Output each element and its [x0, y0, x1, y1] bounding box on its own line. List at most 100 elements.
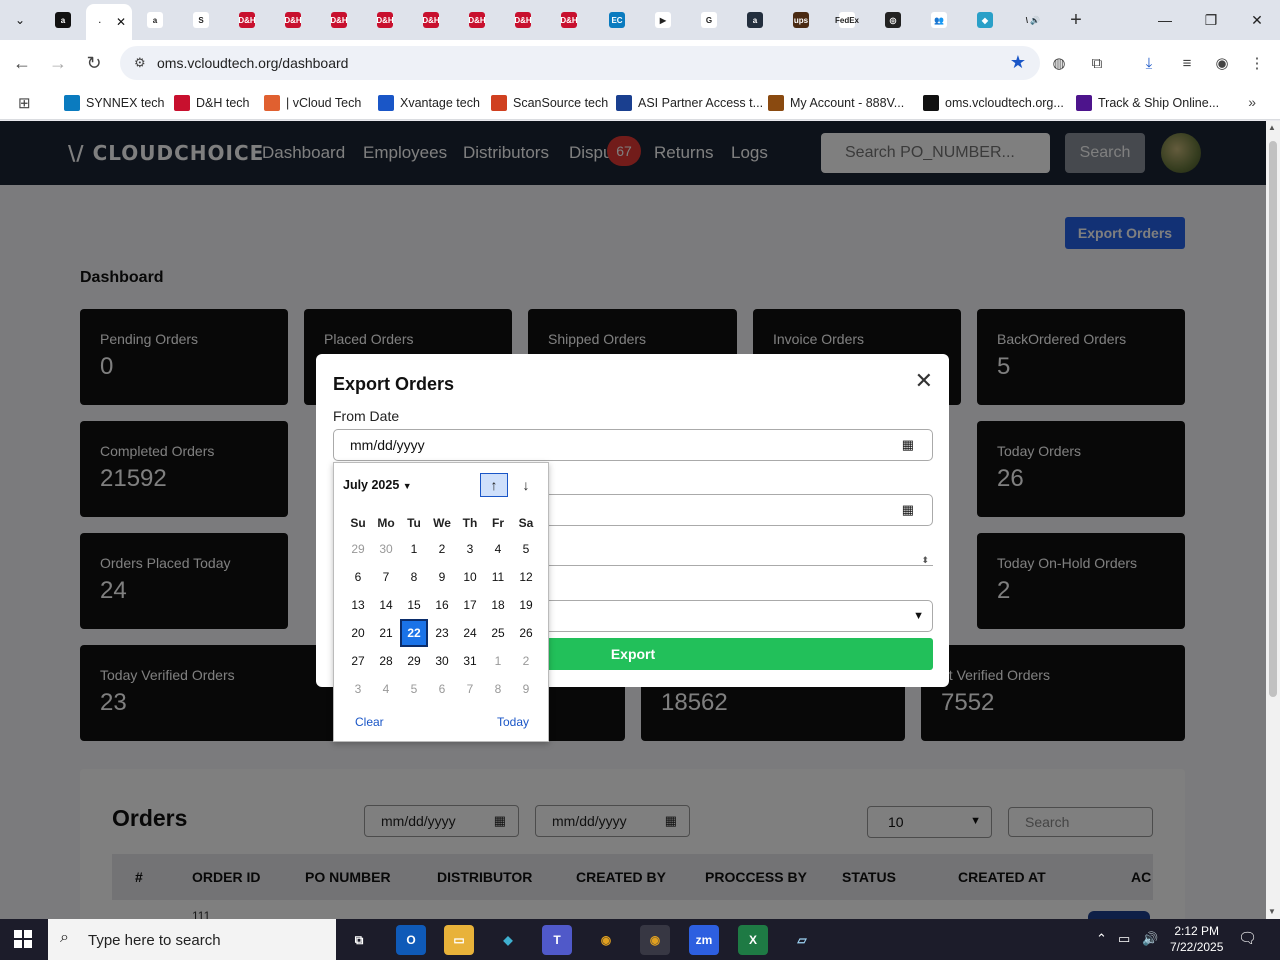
extensions-puzzle-icon[interactable]: ⧉	[1086, 52, 1108, 74]
tray-chevron-up-icon[interactable]: ⌃	[1096, 931, 1107, 947]
close-icon[interactable]: ✕	[915, 368, 933, 394]
browser-tab[interactable]: D&H	[500, 4, 546, 36]
calendar-day[interactable]: 31	[456, 647, 484, 675]
file-explorer-icon[interactable]: ▭	[444, 925, 474, 955]
bookmark-star-icon[interactable]: ★	[1010, 52, 1026, 73]
browser-tab[interactable]: ◆	[962, 4, 1008, 36]
globe-icon[interactable]: ◍	[1048, 52, 1070, 74]
calendar-day-selected[interactable]: 22	[400, 619, 428, 647]
bookmark-item[interactable]: | vCloud Tech	[264, 93, 361, 113]
scroll-down-icon[interactable]: ▼	[1268, 907, 1276, 916]
bookmark-item[interactable]: oms.vcloudtech.org...	[923, 93, 1064, 113]
site-info-icon[interactable]: ⚙	[134, 55, 146, 71]
calendar-day[interactable]: 29	[400, 647, 428, 675]
notification-center-icon[interactable]: 🗨	[1238, 929, 1257, 947]
bookmark-item[interactable]: D&H tech	[174, 93, 250, 113]
calendar-day[interactable]: 23	[428, 619, 456, 647]
tab-search-chevron-icon[interactable]: ⌄	[8, 8, 32, 32]
calendar-today-button[interactable]: Today	[497, 715, 529, 729]
calendar-day[interactable]: 2	[428, 535, 456, 563]
calendar-day[interactable]: 27	[344, 647, 372, 675]
calendar-day[interactable]: 26	[512, 619, 540, 647]
task-view-icon[interactable]: ⧉	[344, 925, 374, 955]
calendar-icon[interactable]: ▦	[902, 437, 914, 453]
calendar-day[interactable]: 25	[484, 619, 512, 647]
chrome-icon[interactable]: ◉	[591, 925, 621, 955]
bookmark-item[interactable]: Xvantage tech	[378, 93, 480, 113]
browser-tab[interactable]: EC	[594, 4, 640, 36]
calendar-day[interactable]: 7	[372, 563, 400, 591]
more-bookmarks-chevron-icon[interactable]: »	[1248, 94, 1256, 110]
browser-tab[interactable]: a	[40, 4, 86, 36]
browser-tab[interactable]: D&H	[454, 4, 500, 36]
next-month-arrow-icon[interactable]: ↓	[512, 473, 540, 497]
browser-tab[interactable]: G	[686, 4, 732, 36]
calendar-day[interactable]: 6	[428, 675, 456, 703]
forward-arrow-icon[interactable]: →	[46, 51, 70, 75]
calendar-day[interactable]: 30	[372, 535, 400, 563]
calendar-day[interactable]: 8	[400, 563, 428, 591]
calendar-day[interactable]: 8	[484, 675, 512, 703]
system-clock[interactable]: 2:12 PM 7/22/2025	[1170, 923, 1223, 955]
close-tab-icon[interactable]: ✕	[116, 15, 126, 29]
reload-icon[interactable]: ↻	[82, 51, 106, 75]
windows-start-icon[interactable]	[14, 930, 32, 948]
calendar-day[interactable]: 4	[372, 675, 400, 703]
calendar-day[interactable]: 5	[512, 535, 540, 563]
browser-tab[interactable]: S	[178, 4, 224, 36]
bookmark-item[interactable]: SYNNEX tech	[64, 93, 165, 113]
calendar-day[interactable]: 14	[372, 591, 400, 619]
month-year-selector[interactable]: July 2025 ▼	[343, 478, 412, 492]
from-date-input[interactable]: mm/dd/yyyy ▦	[333, 429, 933, 461]
zoom-icon[interactable]: zm	[689, 925, 719, 955]
network-icon[interactable]: ▭	[1118, 931, 1130, 947]
new-tab-plus-icon[interactable]: +	[1064, 8, 1088, 32]
calendar-day[interactable]: 28	[372, 647, 400, 675]
bookmark-item[interactable]: My Account - 888V...	[768, 93, 904, 113]
calendar-day[interactable]: 3	[456, 535, 484, 563]
scroll-up-icon[interactable]: ▲	[1268, 123, 1276, 132]
browser-tab[interactable]: D&H	[362, 4, 408, 36]
browser-tab[interactable]: D&H	[408, 4, 454, 36]
calendar-day[interactable]: 12	[512, 563, 540, 591]
browser-tab[interactable]: FedEx	[824, 4, 870, 36]
calendar-day[interactable]: 13	[344, 591, 372, 619]
kebab-menu-icon[interactable]: ⋮	[1246, 52, 1268, 74]
bookmark-item[interactable]: Track & Ship Online...	[1076, 93, 1219, 113]
browser-tab[interactable]: 👥	[916, 4, 962, 36]
calendar-day[interactable]: 10	[456, 563, 484, 591]
calendar-day[interactable]: 2	[512, 647, 540, 675]
browser-tab[interactable]: ◎	[870, 4, 916, 36]
calendar-day[interactable]: 15	[400, 591, 428, 619]
calendar-day[interactable]: 29	[344, 535, 372, 563]
chrome-active-icon[interactable]: ◉	[640, 925, 670, 955]
teams-icon[interactable]: T	[542, 925, 572, 955]
back-arrow-icon[interactable]: ←	[10, 51, 34, 75]
media-queue-icon[interactable]: ≡	[1176, 52, 1198, 74]
calendar-day[interactable]: 11	[484, 563, 512, 591]
browser-tab[interactable]: a	[132, 4, 178, 36]
close-window-icon[interactable]: ✕	[1234, 0, 1280, 40]
browser-tab[interactable]: D&H	[546, 4, 592, 36]
calendar-day[interactable]: 7	[456, 675, 484, 703]
calendar-day[interactable]: 4	[484, 535, 512, 563]
volume-icon[interactable]: 🔊	[1142, 931, 1158, 947]
calendar-day[interactable]: 1	[400, 535, 428, 563]
calendar-clear-button[interactable]: Clear	[355, 715, 384, 729]
calendar-day[interactable]: 6	[344, 563, 372, 591]
calendar-day[interactable]: 21	[372, 619, 400, 647]
download-icon[interactable]: ⤓	[1138, 52, 1160, 74]
calendar-day[interactable]: 18	[484, 591, 512, 619]
minimize-icon[interactable]: —	[1142, 0, 1188, 40]
calendar-day[interactable]: 24	[456, 619, 484, 647]
bookmark-item[interactable]: ScanSource tech	[491, 93, 608, 113]
page-scrollbar[interactable]: ▲ ▼	[1266, 121, 1280, 919]
bookmark-item[interactable]: ASI Partner Access t...	[616, 93, 763, 113]
taskbar-search-box[interactable]: ⌕ Type here to search	[48, 919, 336, 960]
calendar-day[interactable]: 16	[428, 591, 456, 619]
calendar-day[interactable]: 17	[456, 591, 484, 619]
address-bar[interactable]: ⚙ oms.vcloudtech.org/dashboard ★	[120, 46, 1040, 80]
calendar-day[interactable]: 5	[400, 675, 428, 703]
browser-tab[interactable]: · ✕	[86, 4, 132, 40]
browser-tab[interactable]: \ 🔊	[1010, 4, 1056, 36]
